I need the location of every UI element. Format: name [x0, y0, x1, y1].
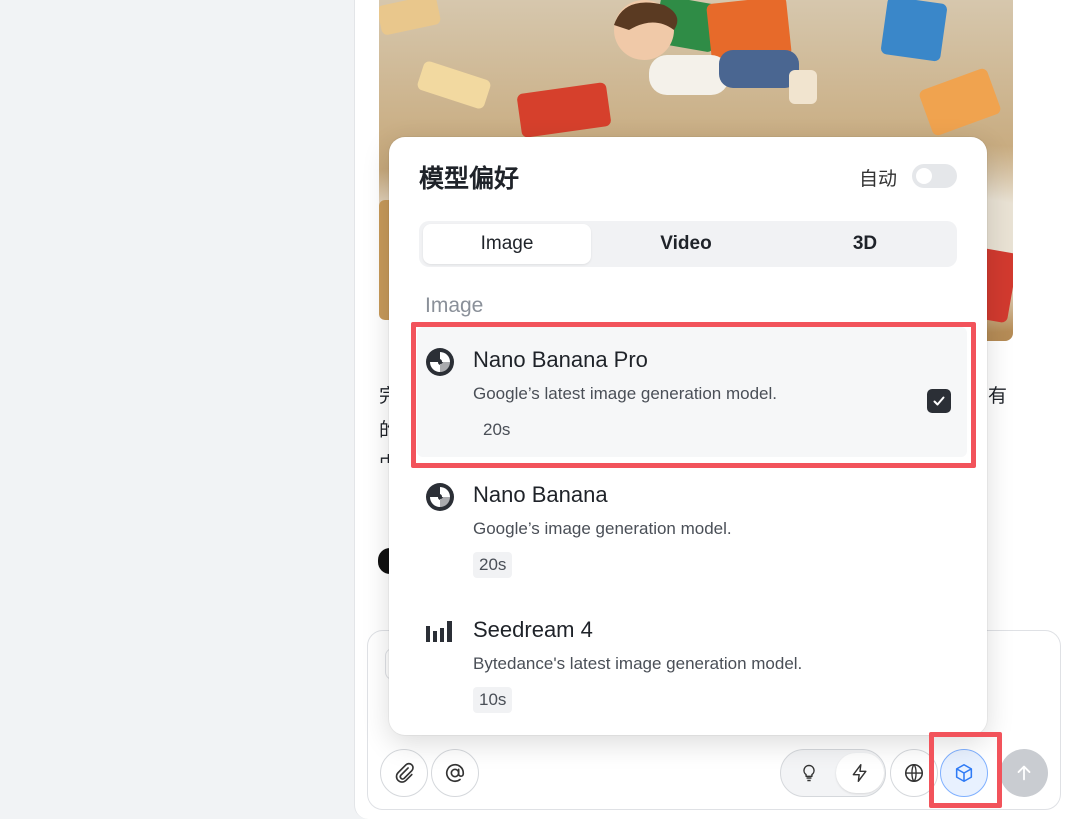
model-option-seedream-4[interactable]: Seedream 4 Bytedance's latest image gene… — [417, 597, 967, 727]
model-option-nano-banana[interactable]: Nano Banana Google’s image generation mo… — [417, 462, 967, 592]
model-preference-button[interactable] — [940, 749, 988, 797]
lightning-icon — [852, 763, 867, 783]
model-description: Bytedance's latest image generation mode… — [473, 654, 803, 673]
image-snack-chip — [917, 67, 1003, 137]
at-icon — [445, 763, 465, 783]
model-time: 20s — [473, 552, 513, 578]
message-text-fragment: 有 — [988, 386, 1008, 407]
cube-icon — [955, 763, 973, 783]
tab-image[interactable]: Image — [423, 224, 591, 264]
send-button[interactable] — [1000, 749, 1048, 797]
model-type-tabs: Image Video 3D — [419, 221, 957, 267]
mode-switch[interactable] — [780, 749, 886, 797]
tab-3d[interactable]: 3D — [781, 224, 949, 264]
left-panel — [0, 0, 354, 819]
image-snack-1 — [379, 0, 442, 36]
globe-icon — [904, 763, 924, 783]
image-snack-2 — [416, 59, 492, 111]
lightbulb-icon — [803, 764, 815, 782]
attach-button[interactable] — [380, 749, 428, 797]
model-description: Google’s image generation model. — [473, 519, 732, 538]
think-mode-button[interactable] — [785, 753, 833, 793]
model-name: Seedream 4 — [473, 617, 593, 642]
auto-label: 自动 — [859, 169, 898, 190]
section-label: Image — [425, 294, 484, 317]
gemini-swirl-icon — [426, 348, 454, 376]
arrow-up-icon — [1017, 765, 1031, 781]
model-preference-popover: 模型偏好 自动 Image Video 3D Image Nano Banana… — [389, 137, 987, 735]
selected-checkbox[interactable] — [927, 389, 951, 413]
popover-title: 模型偏好 — [419, 165, 520, 193]
model-description: Google’s latest image generation model. — [473, 384, 777, 403]
paperclip-icon — [395, 762, 414, 783]
auto-toggle[interactable] — [912, 164, 957, 188]
bars-logo-icon — [426, 621, 452, 642]
mention-button[interactable] — [431, 749, 479, 797]
fast-mode-button[interactable] — [836, 753, 884, 793]
check-icon — [933, 396, 945, 406]
image-character — [614, 0, 817, 104]
model-name: Nano Banana Pro — [473, 347, 648, 372]
tab-video[interactable]: Video — [602, 224, 770, 264]
model-name: Nano Banana — [473, 482, 608, 507]
web-search-button[interactable] — [890, 749, 938, 797]
model-time: 20s — [483, 420, 511, 439]
gemini-swirl-icon — [426, 483, 454, 511]
toggle-knob — [916, 168, 932, 184]
image-snack-bag-blue — [880, 0, 948, 62]
model-time: 10s — [473, 687, 513, 713]
model-option-nano-banana-pro[interactable]: Nano Banana Pro Google’s latest image ge… — [417, 327, 967, 457]
